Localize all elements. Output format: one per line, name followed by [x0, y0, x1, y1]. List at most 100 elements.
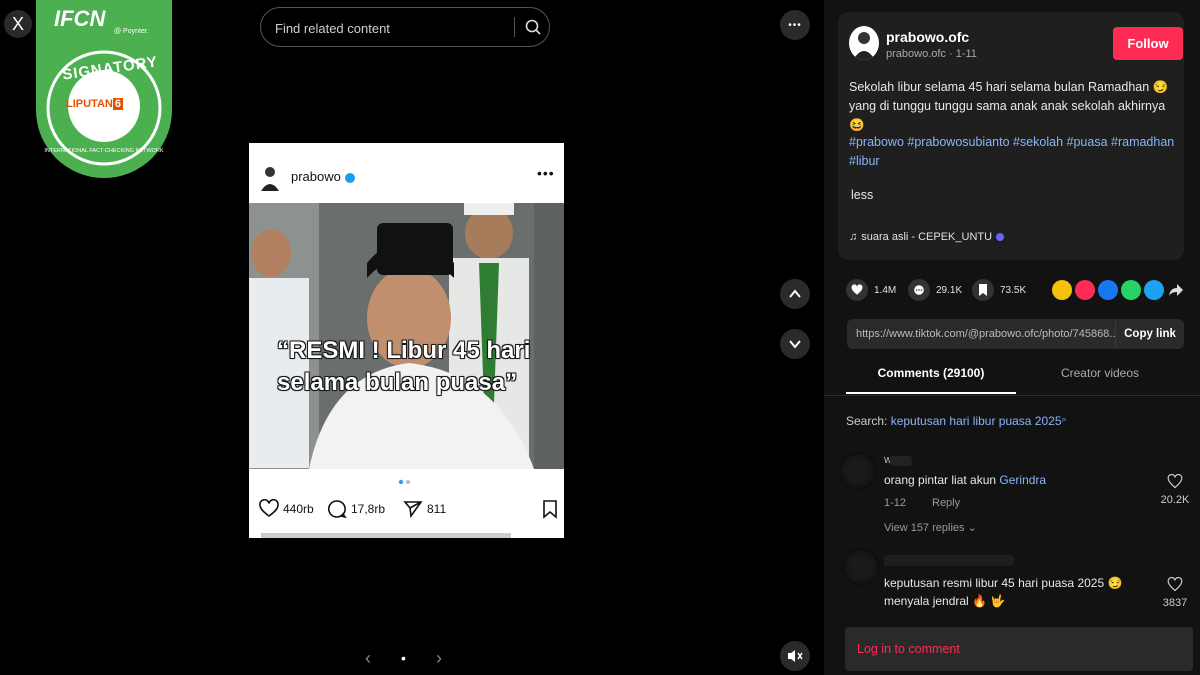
card-stats-bar: 440rb 17,8rb 811: [259, 499, 559, 523]
sound-badge-icon: [996, 233, 1005, 241]
carousel-dots: [398, 479, 410, 485]
share-embed-icon[interactable]: [1052, 280, 1072, 300]
view-replies-button[interactable]: View 157 replies ⌄: [884, 521, 977, 534]
card-shares-count: 811: [427, 502, 447, 516]
close-button[interactable]: X: [4, 10, 32, 38]
comment-link[interactable]: Gerindra: [999, 473, 1046, 487]
comment-like-icon[interactable]: [1167, 577, 1183, 592]
card-more-icon[interactable]: •••: [537, 165, 555, 181]
next-post-button[interactable]: [780, 329, 810, 359]
author-avatar[interactable]: [849, 26, 879, 60]
author-username[interactable]: prabowo.ofc: [886, 29, 969, 45]
mute-icon: [788, 650, 803, 662]
prabowo-avatar: [261, 167, 279, 191]
search-query: keputusan hari libur puasa 2025: [890, 414, 1062, 428]
caption-line-2: selama bulan puasa”: [277, 369, 518, 396]
bookmark-icon[interactable]: [541, 499, 559, 519]
sound-link[interactable]: ♫ suara asli - CEPEK_UNTU: [849, 231, 1005, 243]
comment-text-line-2: menyala jendral 🔥 🤟: [884, 594, 1006, 608]
share-friends-icon[interactable]: [1075, 280, 1095, 300]
tabs-divider: [824, 395, 1200, 396]
caption-preview-line: [261, 533, 511, 538]
comment-text-body: orang pintar liat akun: [884, 473, 1000, 487]
photo-next-arrow[interactable]: ›: [436, 648, 442, 669]
card-share-stat[interactable]: 811: [403, 499, 446, 519]
likes-count: 1.4M: [874, 284, 897, 296]
share-arrow-icon[interactable]: [1168, 283, 1184, 297]
login-to-comment-button[interactable]: Log in to comment: [845, 627, 1193, 671]
save-action[interactable]: 73.5K: [972, 278, 1026, 302]
author-avatar-image: [853, 32, 875, 60]
search-icon[interactable]: [523, 17, 543, 37]
post-link-field[interactable]: https://www.tiktok.com/@prabowo.ofc/phot…: [847, 319, 1115, 349]
poynter-label: @ Poynter.: [114, 28, 149, 35]
ifcn-label: IFCN: [54, 6, 106, 31]
liputan-num: 6: [112, 98, 123, 110]
copy-link-button[interactable]: Copy link: [1115, 319, 1184, 349]
comment-like-icon[interactable]: [1167, 474, 1183, 489]
related-search-bar[interactable]: [260, 7, 550, 47]
comment-like-count: 3837: [1162, 597, 1188, 609]
card-comment-stat[interactable]: 17,8rb: [327, 499, 385, 519]
comment-avatar[interactable]: [842, 548, 880, 586]
saves-count: 73.5K: [1000, 284, 1027, 296]
heart-icon: [259, 499, 279, 517]
post-hashtags[interactable]: #prabowo #prabowosubianto #sekolah #puas…: [849, 133, 1179, 171]
tab-creator-videos[interactable]: Creator videos: [1016, 366, 1184, 394]
send-icon: [403, 501, 423, 519]
photo-caption: “RESMI ! Libur 45 hari selama bulan puas…: [277, 335, 547, 399]
comment-action-icon: [908, 279, 930, 301]
comment-username-blur: [890, 456, 912, 466]
post-description: Sekolah libur selama 45 hari selama bula…: [849, 80, 1169, 132]
ifcn-network-label: INTERNATIONAL FACT-CHECKING NETWORK: [44, 148, 164, 154]
liputan-text: LIPUTAN: [66, 98, 113, 110]
prev-post-button[interactable]: [780, 279, 810, 309]
follow-button[interactable]: Follow: [1113, 27, 1183, 60]
caption-line-1: “RESMI ! Libur 45 hari: [277, 337, 531, 364]
search-divider: [514, 17, 515, 37]
photo-page-dot: •: [401, 650, 406, 666]
more-icon: •••: [788, 19, 802, 31]
media-viewer: IFCN @ Poynter. SIGNATORY LIPUTAN 6 INTER…: [0, 0, 824, 675]
music-note-icon: ♫: [849, 231, 858, 243]
twitter-icon[interactable]: [1144, 280, 1164, 300]
comment-avatar[interactable]: [839, 452, 877, 490]
heart-action-icon: [846, 279, 868, 301]
card-comments-count: 17,8rb: [351, 502, 386, 516]
close-icon: X: [11, 13, 24, 34]
sound-title: suara asli - CEPEK_UNTU: [861, 231, 993, 243]
bookmark-action-icon: [972, 279, 994, 301]
card-username-text: prabowo: [291, 169, 341, 184]
comment-text-line-1: keputusan resmi libur 45 hari puasa 2025…: [884, 576, 1123, 590]
card-username: prabowo: [291, 169, 355, 184]
whatsapp-icon[interactable]: [1121, 280, 1141, 300]
chevron-up-icon: [789, 289, 801, 298]
comment-reply-button[interactable]: Reply: [932, 497, 960, 509]
less-toggle[interactable]: less: [851, 188, 873, 202]
verified-icon: [344, 172, 355, 183]
comment-like-count: 20.2K: [1160, 494, 1190, 506]
post-card: prabowo ••• “RESMI ! Libur 45 hari selam…: [249, 143, 564, 538]
facebook-icon[interactable]: [1098, 280, 1118, 300]
tab-comments[interactable]: Comments (29100): [846, 366, 1016, 394]
search-label: Search:: [846, 414, 888, 428]
author-subline: prabowo.ofc · 1-11: [886, 48, 977, 60]
chevron-down-icon: [789, 340, 801, 349]
photo-prev-arrow[interactable]: ‹: [365, 648, 371, 669]
comment-search-suggestion[interactable]: Search: keputusan hari libur puasa 2025⌕: [846, 414, 1067, 428]
like-action[interactable]: 1.4M: [846, 278, 896, 302]
comment-action[interactable]: 29.1K: [908, 278, 962, 302]
comments-count: 29.1K: [936, 284, 963, 296]
comment-icon: [328, 500, 347, 519]
liputan6-logo: LIPUTAN 6: [66, 98, 123, 110]
ifcn-signatory-badge: IFCN @ Poynter. SIGNATORY LIPUTAN 6 INTER…: [36, 0, 172, 182]
more-options-button[interactable]: •••: [780, 10, 810, 40]
comment-username-blur: [884, 555, 1014, 566]
mute-button[interactable]: [780, 641, 810, 671]
comment-text: orang pintar liat akun Gerindra: [884, 471, 1046, 489]
search-input[interactable]: [273, 17, 507, 39]
search-small-icon: ⌕: [1061, 414, 1067, 424]
comment-date: 1-12: [884, 497, 907, 509]
card-likes-count: 440rb: [283, 502, 314, 516]
card-like-stat[interactable]: 440rb: [259, 499, 314, 519]
